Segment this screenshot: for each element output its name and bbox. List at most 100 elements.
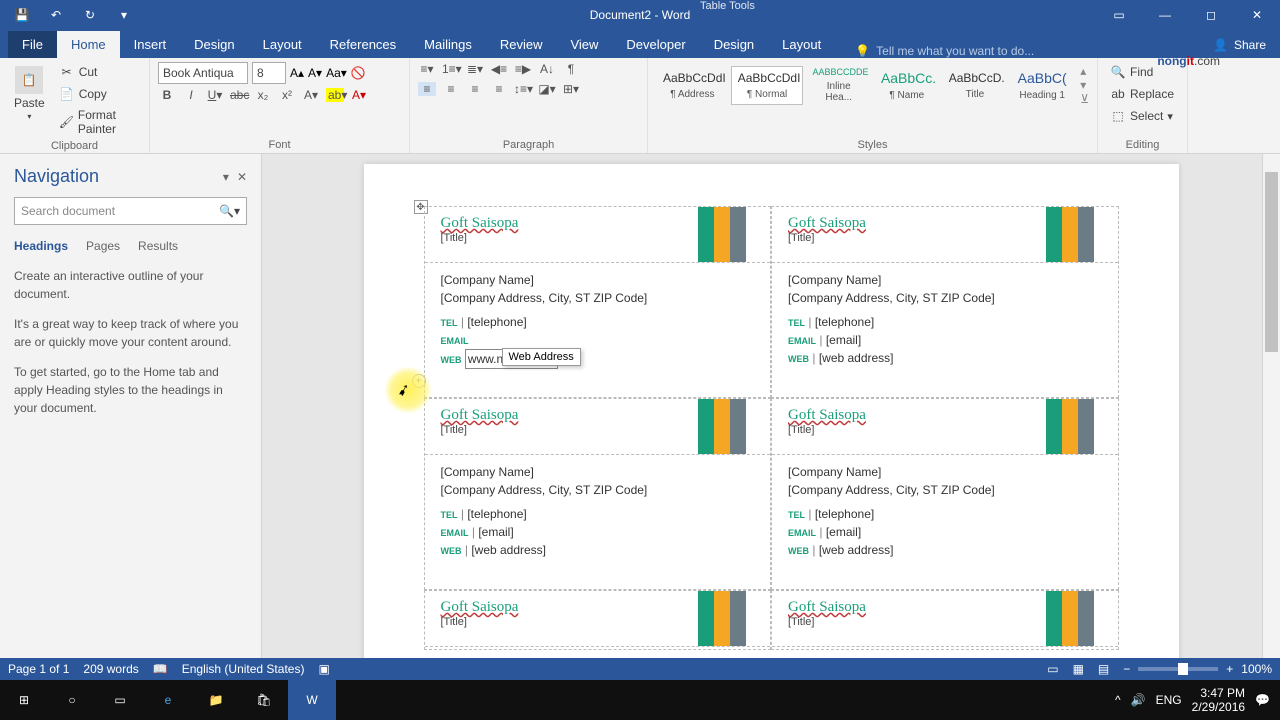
zoom-out-icon[interactable]: − — [1123, 662, 1130, 676]
tab-view[interactable]: View — [556, 31, 612, 58]
view-print-icon[interactable]: ▦ — [1073, 662, 1084, 676]
shrink-font-icon[interactable]: A▾ — [308, 66, 322, 80]
style-normal[interactable]: AaBbCcDdI¶ Normal — [731, 66, 804, 105]
scrollbar-thumb[interactable] — [1265, 172, 1278, 352]
tray-volume-icon[interactable]: 🔊 — [1131, 693, 1146, 707]
strike-icon[interactable]: abc — [230, 88, 248, 102]
tray-clock[interactable]: 3:47 PM 2/29/2016 — [1192, 686, 1245, 715]
cut-button[interactable]: ✂Cut — [55, 62, 141, 82]
explorer-icon[interactable]: 📁 — [192, 680, 240, 720]
edge-icon[interactable]: e — [144, 680, 192, 720]
status-macro-icon[interactable]: ▣ — [318, 662, 329, 676]
card-address[interactable]: [Company Address, City, ST ZIP Code] — [441, 289, 755, 307]
start-button[interactable]: ⊞ — [0, 680, 48, 720]
qat-customize-icon[interactable]: ▾ — [110, 3, 138, 27]
subscript-icon[interactable]: x₂ — [254, 88, 272, 102]
nav-close-icon[interactable]: ✕ — [237, 170, 247, 184]
replace-button[interactable]: abReplace — [1106, 84, 1179, 104]
tab-developer[interactable]: Developer — [612, 31, 699, 58]
nav-dropdown-icon[interactable]: ▾ — [223, 170, 229, 184]
shading-icon[interactable]: ◪▾ — [538, 82, 556, 96]
tab-file[interactable]: File — [8, 31, 57, 58]
clear-format-icon[interactable]: 🚫 — [351, 66, 366, 80]
copy-button[interactable]: 📄Copy — [55, 84, 141, 104]
nav-tab-headings[interactable]: Headings — [14, 239, 68, 253]
change-case-icon[interactable]: Aa▾ — [326, 66, 347, 80]
dec-indent-icon[interactable]: ◀≡ — [490, 62, 508, 76]
font-name-combo[interactable]: Book Antiqua — [158, 62, 248, 84]
status-proof-icon[interactable]: 📖 — [153, 662, 168, 676]
word-icon[interactable]: W — [288, 680, 336, 720]
font-size-combo[interactable]: 8 — [252, 62, 286, 84]
show-marks-icon[interactable]: ¶ — [562, 62, 580, 76]
text-effects-icon[interactable]: A▾ — [302, 88, 320, 102]
tab-table-design[interactable]: Design — [700, 31, 768, 58]
save-icon[interactable]: 💾 — [8, 3, 36, 27]
borders-icon[interactable]: ⊞▾ — [562, 82, 580, 96]
view-read-icon[interactable]: ▭ — [1047, 662, 1058, 676]
tab-layout[interactable]: Layout — [249, 31, 316, 58]
zoom-level[interactable]: 100% — [1241, 662, 1272, 676]
card-3[interactable]: Goft Saisopa[Title] [Company Name][Compa… — [424, 398, 772, 590]
grow-font-icon[interactable]: A▴ — [290, 66, 304, 80]
card-6[interactable]: Goft Saisopa[Title] — [771, 590, 1119, 650]
highlight-icon[interactable]: ab▾ — [326, 88, 344, 102]
card-2[interactable]: Goft Saisopa[Title] [Company Name][Compa… — [771, 206, 1119, 398]
redo-icon[interactable]: ↻ — [76, 3, 104, 27]
style-inline-heading[interactable]: AABBCCDDEInline Hea... — [805, 62, 871, 108]
format-painter-button[interactable]: 🖌Format Painter — [55, 106, 141, 138]
nav-tab-results[interactable]: Results — [138, 239, 178, 253]
cortana-icon[interactable]: ○ — [48, 680, 96, 720]
tell-me-search[interactable]: 💡 Tell me what you want to do... — [855, 44, 1034, 58]
store-icon[interactable]: 🛍 — [240, 680, 288, 720]
tab-references[interactable]: References — [316, 31, 410, 58]
align-right-icon[interactable]: ≡ — [466, 82, 484, 96]
style-heading1[interactable]: AaBbC(Heading 1 — [1010, 65, 1074, 106]
status-language[interactable]: English (United States) — [182, 662, 305, 676]
paste-button[interactable]: 📋Paste▾ — [8, 62, 51, 125]
line-spacing-icon[interactable]: ↕≡▾ — [514, 82, 532, 96]
tab-review[interactable]: Review — [486, 31, 557, 58]
superscript-icon[interactable]: x² — [278, 88, 296, 102]
view-web-icon[interactable]: ▤ — [1098, 662, 1109, 676]
tab-table-layout[interactable]: Layout — [768, 31, 835, 58]
styles-up-icon[interactable]: ▴ — [1080, 64, 1089, 78]
card-5[interactable]: Goft Saisopa[Title] — [424, 590, 772, 650]
tray-expand-icon[interactable]: ^ — [1115, 693, 1121, 707]
tab-insert[interactable]: Insert — [120, 31, 181, 58]
style-address[interactable]: AaBbCcDdI¶ Address — [656, 66, 729, 105]
font-color-icon[interactable]: A▾ — [350, 88, 368, 102]
nav-tab-pages[interactable]: Pages — [86, 239, 120, 253]
vertical-scrollbar[interactable] — [1262, 154, 1280, 658]
zoom-in-icon[interactable]: + — [1226, 662, 1233, 676]
maximize-icon[interactable]: ◻ — [1188, 0, 1234, 30]
ribbon-opts-icon[interactable]: ▭ — [1096, 0, 1142, 30]
search-icon[interactable]: 🔍▾ — [219, 204, 240, 218]
minimize-icon[interactable]: — — [1142, 0, 1188, 30]
undo-icon[interactable]: ↶ — [42, 3, 70, 27]
tab-mailings[interactable]: Mailings — [410, 31, 486, 58]
justify-icon[interactable]: ≡ — [490, 82, 508, 96]
tray-notifications-icon[interactable]: 💬 — [1255, 693, 1270, 707]
card-4[interactable]: Goft Saisopa[Title] [Company Name][Compa… — [771, 398, 1119, 590]
styles-down-icon[interactable]: ▾ — [1080, 78, 1089, 92]
status-page[interactable]: Page 1 of 1 — [8, 662, 69, 676]
style-name[interactable]: AaBbCc.¶ Name — [874, 65, 940, 106]
italic-icon[interactable]: I — [182, 88, 200, 102]
underline-icon[interactable]: U▾ — [206, 88, 224, 102]
status-words[interactable]: 209 words — [83, 662, 138, 676]
close-icon[interactable]: ✕ — [1234, 0, 1280, 30]
align-center-icon[interactable]: ≡ — [442, 82, 460, 96]
bullets-icon[interactable]: ≡▾ — [418, 62, 436, 76]
align-left-icon[interactable]: ≡ — [418, 82, 436, 96]
inc-indent-icon[interactable]: ≡▶ — [514, 62, 532, 76]
style-title[interactable]: AaBbCcD.Title — [942, 66, 1008, 105]
nav-search-input[interactable]: Search document 🔍▾ — [14, 197, 247, 225]
multilevel-icon[interactable]: ≣▾ — [466, 62, 484, 76]
document-area[interactable]: ✥ + ➹ Web Address Goft Saisopa [Title] [… — [262, 154, 1280, 658]
sort-icon[interactable]: A↓ — [538, 62, 556, 76]
bold-icon[interactable]: B — [158, 88, 176, 102]
tray-lang[interactable]: ENG — [1156, 693, 1182, 707]
tab-home[interactable]: Home — [57, 31, 120, 58]
card-company[interactable]: [Company Name] — [441, 271, 755, 289]
